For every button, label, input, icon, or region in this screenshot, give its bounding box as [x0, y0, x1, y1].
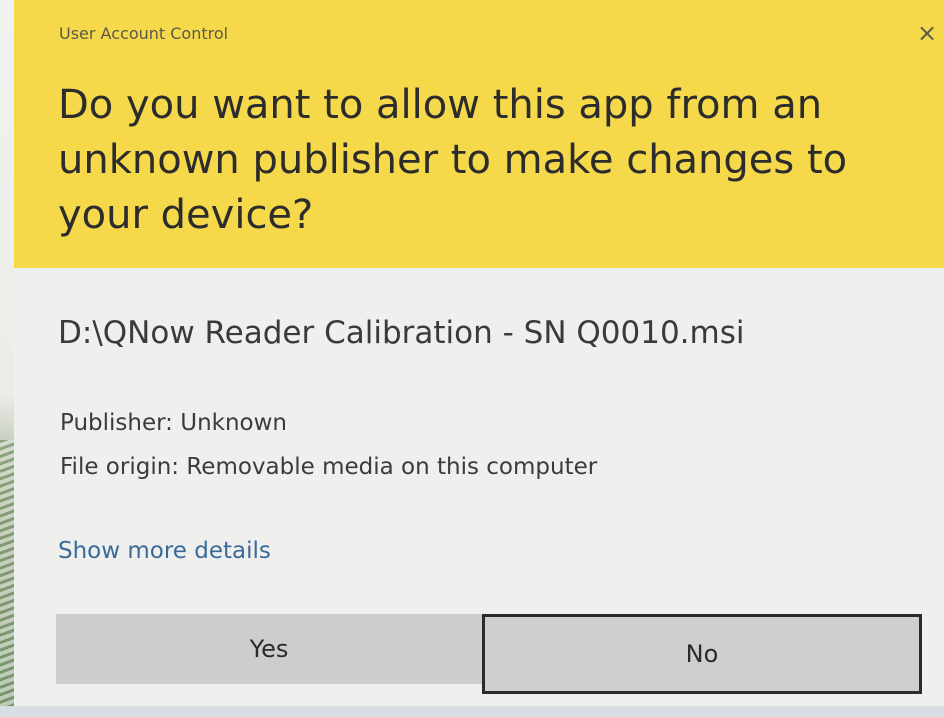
- dialog-header: User Account Control × Do you want to al…: [14, 0, 944, 268]
- uac-dialog: User Account Control × Do you want to al…: [14, 0, 944, 706]
- window-title: User Account Control: [59, 24, 229, 43]
- yes-button[interactable]: Yes: [56, 614, 482, 684]
- publisher-info: Publisher: Unknown: [60, 410, 288, 436]
- file-origin-info: File origin: Removable media on this com…: [60, 454, 598, 480]
- program-file-path: D:\QNow Reader Calibration - SN Q0010.ms…: [58, 315, 745, 351]
- no-button[interactable]: No: [482, 614, 922, 694]
- show-more-details-link[interactable]: Show more details: [58, 538, 271, 564]
- background-bottom-edge: [0, 706, 944, 717]
- prompt-question: Do you want to allow this app from an un…: [58, 82, 848, 238]
- close-icon[interactable]: ×: [912, 18, 942, 48]
